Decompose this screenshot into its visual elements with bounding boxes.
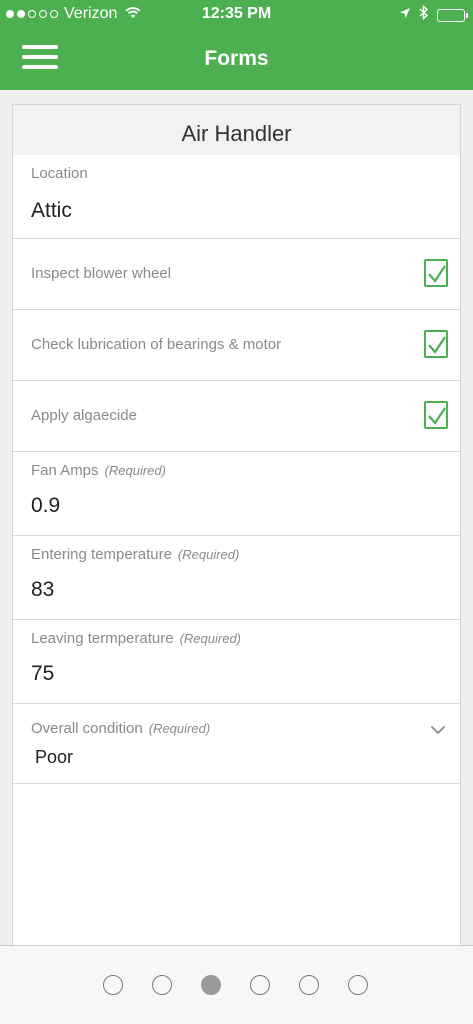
check-label: Apply algaecide bbox=[31, 407, 137, 424]
overall-condition-select[interactable]: Overall condition (Required) Poor bbox=[13, 704, 460, 784]
location-field[interactable]: Location Attic bbox=[13, 155, 460, 239]
form-card: Air Handler Location Attic Inspect blowe… bbox=[12, 104, 461, 946]
battery-icon bbox=[437, 8, 468, 22]
leaving-temp-field[interactable]: Leaving termperature (Required) 75 bbox=[13, 620, 460, 704]
bottom-bar bbox=[0, 945, 473, 1024]
required-hint: (Required) bbox=[104, 463, 166, 478]
required-hint: (Required) bbox=[148, 721, 211, 736]
status-bar: Verizon 12:35 PM bbox=[0, 0, 473, 30]
required-hint: (Required) bbox=[177, 547, 240, 562]
page-indicator bbox=[103, 975, 368, 995]
nav-bar: Forms bbox=[0, 30, 473, 90]
page-dot[interactable] bbox=[103, 975, 123, 995]
location-label: Location bbox=[31, 165, 88, 182]
check-row-algaecide[interactable]: Apply algaecide bbox=[13, 381, 460, 452]
leaving-temp-label: Leaving termperature (Required) bbox=[31, 630, 242, 647]
location-value[interactable]: Attic bbox=[31, 199, 72, 223]
fan-amps-label: Fan Amps (Required) bbox=[31, 462, 166, 479]
check-row-lubrication[interactable]: Check lubrication of bearings & motor bbox=[13, 310, 460, 381]
check-label: Check lubrication of bearings & motor bbox=[31, 336, 282, 353]
page-dot[interactable] bbox=[152, 975, 172, 995]
form-title: Air Handler bbox=[13, 105, 460, 155]
checkbox-checked[interactable] bbox=[424, 330, 448, 358]
check-row-inspect-blower[interactable]: Inspect blower wheel bbox=[13, 239, 460, 310]
condition-label: Overall condition (Required) bbox=[31, 720, 211, 737]
fan-amps-value[interactable]: 0.9 bbox=[31, 494, 60, 518]
page-dot[interactable] bbox=[299, 975, 319, 995]
checkmark-icon bbox=[428, 407, 446, 425]
chevron-down-icon[interactable] bbox=[430, 722, 446, 740]
condition-value: Poor bbox=[35, 747, 74, 767]
menu-icon[interactable] bbox=[22, 45, 58, 73]
checkmark-icon bbox=[428, 336, 446, 354]
checkbox-checked[interactable] bbox=[424, 401, 448, 429]
entering-temp-value[interactable]: 83 bbox=[31, 578, 54, 602]
checkbox-checked[interactable] bbox=[424, 259, 448, 287]
checkmark-icon bbox=[428, 265, 446, 283]
entering-temp-label: Entering temperature (Required) bbox=[31, 546, 240, 563]
location-arrow-icon bbox=[399, 6, 411, 24]
page-dot[interactable] bbox=[348, 975, 368, 995]
check-label: Inspect blower wheel bbox=[31, 265, 172, 282]
page-dot-active[interactable] bbox=[201, 975, 221, 995]
required-hint: (Required) bbox=[179, 631, 242, 646]
leaving-temp-value[interactable]: 75 bbox=[31, 662, 54, 686]
nav-title: Forms bbox=[204, 47, 269, 70]
status-right-icons bbox=[399, 4, 468, 25]
bluetooth-icon bbox=[419, 4, 429, 25]
entering-temp-field[interactable]: Entering temperature (Required) 83 bbox=[13, 536, 460, 620]
fan-amps-field[interactable]: Fan Amps (Required) 0.9 bbox=[13, 452, 460, 536]
page-dot[interactable] bbox=[250, 975, 270, 995]
